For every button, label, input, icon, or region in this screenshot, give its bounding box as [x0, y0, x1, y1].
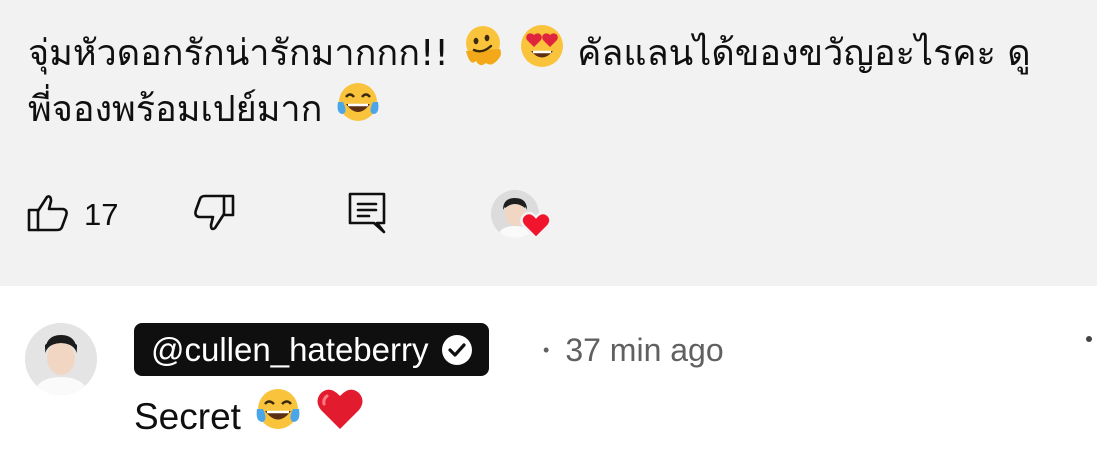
- reply-text-content: Secret: [134, 395, 241, 437]
- reply-button[interactable]: [345, 185, 389, 245]
- author-handle-text: @cullen_hateberry: [151, 330, 429, 368]
- comment-line-1: จุ่มหัวดอกรักน่ารักมากกก!! คัลแลนได้ของข…: [28, 22, 1088, 80]
- separator-dot: •: [543, 339, 550, 360]
- comment-text: จุ่มหัวดอกรักน่ารักมากกก!! คัลแลนได้ของข…: [28, 22, 1088, 138]
- avatar[interactable]: [25, 323, 97, 395]
- verified-check-icon: [441, 334, 473, 366]
- more-actions-icon[interactable]: [1086, 336, 1094, 416]
- comment-text-part-3: พี่จองพร้อมเปย์มาก: [28, 89, 323, 130]
- reply-text: Secret: [134, 386, 365, 447]
- reply-icon: [345, 190, 389, 241]
- heart-eyes-emoji: [518, 22, 566, 88]
- comment-action-bar: 17: [0, 185, 700, 245]
- comment-meta: • 37 min ago: [543, 326, 724, 374]
- red-heart-emoji: [315, 386, 365, 447]
- thumbs-up-icon: [26, 191, 70, 240]
- reply-comment: @cullen_hateberry • 37 min ago Secret: [0, 286, 1097, 465]
- thumbs-down-icon: [190, 191, 236, 240]
- creator-heart-icon: [520, 210, 552, 245]
- comment-line-2: พี่จองพร้อมเปย์มาก: [28, 80, 1088, 138]
- dislike-button[interactable]: [190, 185, 236, 245]
- creator-heart-badge: [488, 185, 558, 245]
- author-handle[interactable]: @cullen_hateberry: [134, 323, 489, 376]
- like-count: 17: [84, 197, 119, 232]
- melting-face-emoji: [460, 23, 506, 87]
- comment-text-part-2: คัลแลนได้ของขวัญอะไรคะ ดู: [577, 33, 1031, 74]
- timestamp[interactable]: 37 min ago: [565, 332, 723, 369]
- comment-text-part-1: จุ่มหัวดอกรักน่ารักมากกก!!: [28, 33, 449, 74]
- tears-of-joy-emoji: [334, 80, 382, 138]
- tears-of-joy-emoji: [253, 386, 303, 447]
- parent-comment: จุ่มหัวดอกรักน่ารักมากกก!! คัลแลนได้ของข…: [0, 0, 1097, 286]
- like-button[interactable]: 17: [26, 185, 118, 245]
